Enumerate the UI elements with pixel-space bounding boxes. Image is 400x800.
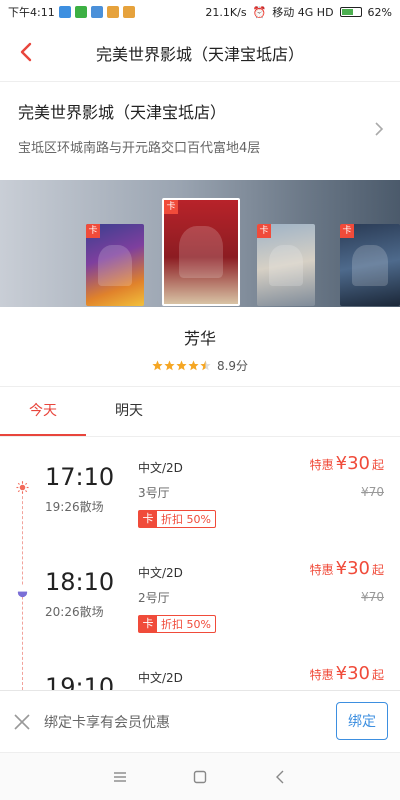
cinema-info[interactable]: 完美世界影城（天津宝坻店） 宝坻区环城南路与开元路交口百代富地4层 xyxy=(0,83,400,180)
tab-today[interactable]: 今天 xyxy=(0,387,86,436)
poster-art xyxy=(178,226,224,278)
session-price: 特惠 ¥30 起 xyxy=(310,663,384,684)
star-icon xyxy=(152,360,163,371)
card-tag: 卡 xyxy=(164,200,178,214)
original-price: ¥70 xyxy=(361,590,384,604)
session-row[interactable]: 19:10 中文/2D 特惠 ¥30 起 xyxy=(0,647,400,690)
session-language: 中文/2D xyxy=(138,671,183,685)
sun-icon xyxy=(16,481,29,494)
menu-button[interactable] xyxy=(105,762,135,792)
status-bar: 下午4:11 21.1K/s ⏰ 移动 4G HD 62% xyxy=(0,0,400,24)
net-speed: 21.1K/s xyxy=(205,5,247,19)
movie-title: 芳华 xyxy=(183,329,216,348)
session-language: 中文/2D xyxy=(138,566,183,580)
poster-art xyxy=(352,244,388,286)
card-tag: 卡 xyxy=(139,616,157,632)
carrier: 移动 4G HD xyxy=(272,6,334,19)
menu-icon xyxy=(114,771,126,782)
cinema-address: 宝坻区环城南路与开元路交口百代富地4层 xyxy=(18,141,261,156)
card-tag: 卡 xyxy=(257,224,271,238)
session-end-time: 20:26散场 xyxy=(45,605,104,619)
battery-icon xyxy=(339,7,362,17)
session-start-time: 19:10 xyxy=(45,673,115,690)
star-icon xyxy=(188,360,199,371)
session-row[interactable]: 17:10 19:26散场 中文/2D 3号厅 卡 折扣 50% 特惠 ¥30 … xyxy=(0,437,400,542)
close-button[interactable] xyxy=(2,702,42,742)
wechat-icon xyxy=(74,6,87,18)
session-end-time: 19:26散场 xyxy=(45,500,104,514)
status-time: 下午4:11 xyxy=(8,6,55,19)
bind-card-bar: 绑定卡享有会员优惠 绑定 xyxy=(0,690,400,752)
alarm-icon: ⏰ xyxy=(252,5,267,19)
shield-icon xyxy=(58,6,71,18)
nav-bar: 完美世界影城（天津宝坻店） xyxy=(0,24,400,82)
discount-text: 折扣 50% xyxy=(161,513,211,526)
price-value: ¥30 xyxy=(335,453,370,474)
back-triangle-icon xyxy=(276,770,284,783)
card-tag: 卡 xyxy=(86,224,100,238)
battery-percent: 62% xyxy=(367,5,392,19)
movie-poster[interactable]: 卡 xyxy=(257,224,315,306)
system-nav-bar xyxy=(0,752,400,800)
poster-art xyxy=(97,244,133,286)
price-suffix: 起 xyxy=(371,563,384,577)
weibo-icon-2 xyxy=(122,6,135,18)
close-icon xyxy=(14,713,30,730)
discount-badge: 卡 折扣 50% xyxy=(138,615,216,633)
star-rating xyxy=(152,360,211,371)
movie-poster[interactable]: 卡 xyxy=(86,224,144,306)
movie-header: 芳华 8.9分 xyxy=(0,307,400,387)
price-prefix: 特惠 xyxy=(309,668,334,682)
bind-card-text: 绑定卡享有会员优惠 xyxy=(44,714,170,731)
movie-poster[interactable]: 卡 xyxy=(340,224,400,306)
bind-card-button[interactable]: 绑定 xyxy=(336,702,388,740)
back-nav-button[interactable] xyxy=(265,762,295,792)
discount-badge: 卡 折扣 50% xyxy=(138,510,216,528)
cinema-name: 完美世界影城（天津宝坻店） xyxy=(18,103,227,122)
star-icon xyxy=(164,360,175,371)
weibo-icon xyxy=(106,6,119,18)
home-button[interactable] xyxy=(185,762,215,792)
date-tabs: 今天 明天 xyxy=(0,387,400,437)
session-price: 特惠 ¥30 起 xyxy=(310,558,384,579)
tab-tomorrow[interactable]: 明天 xyxy=(86,387,172,436)
price-suffix: 起 xyxy=(371,668,384,682)
session-start-time: 17:10 xyxy=(45,463,115,491)
price-value: ¥30 xyxy=(335,558,370,579)
price-suffix: 起 xyxy=(371,458,384,472)
session-list[interactable]: 17:10 19:26散场 中文/2D 3号厅 卡 折扣 50% 特惠 ¥30 … xyxy=(0,437,400,690)
price-prefix: 特惠 xyxy=(309,458,334,472)
discount-text: 折扣 50% xyxy=(161,618,211,631)
session-price: 特惠 ¥30 起 xyxy=(310,453,384,474)
movie-rating: 8.9分 xyxy=(0,357,400,374)
back-button[interactable] xyxy=(8,34,44,70)
card-tag: 卡 xyxy=(139,511,157,527)
session-hall: 3号厅 xyxy=(138,486,170,500)
rating-score: 8.9分 xyxy=(216,359,249,373)
image-icon xyxy=(90,6,103,18)
session-language: 中文/2D xyxy=(138,461,183,475)
movie-poster-selected[interactable]: 卡 xyxy=(162,198,240,306)
price-value: ¥30 xyxy=(335,663,370,684)
price-prefix: 特惠 xyxy=(309,563,334,577)
session-row[interactable]: 18:10 20:26散场 中文/2D 2号厅 卡 折扣 50% 特惠 ¥30 … xyxy=(0,542,400,647)
session-hall: 2号厅 xyxy=(138,591,170,605)
home-square-icon xyxy=(193,770,207,783)
chevron-left-icon xyxy=(20,42,32,62)
chevron-right-icon xyxy=(375,122,384,136)
session-start-time: 18:10 xyxy=(45,568,115,596)
card-tag: 卡 xyxy=(340,224,354,238)
original-price: ¥70 xyxy=(361,485,384,499)
poster-carousel[interactable]: 卡 卡 卡 卡 xyxy=(0,180,400,307)
poster-art xyxy=(268,244,304,286)
star-icon xyxy=(176,360,187,371)
half-star-icon xyxy=(200,360,211,371)
moon-icon xyxy=(16,586,29,598)
page-title: 完美世界影城（天津宝坻店） xyxy=(95,44,304,64)
